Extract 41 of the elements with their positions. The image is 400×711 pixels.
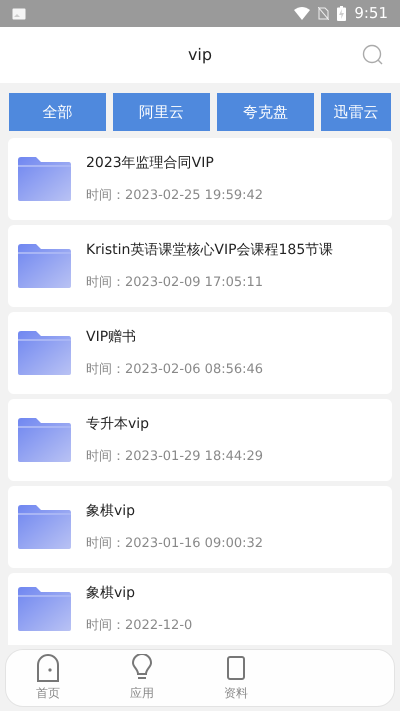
folder-time: 时间：2023-02-25 19:59:42 — [86, 186, 264, 205]
wifi-icon — [294, 7, 310, 20]
folder-icon — [16, 417, 72, 463]
folder-name: 2023年监理合同VIP — [86, 154, 215, 173]
search-icon[interactable] — [362, 44, 384, 66]
page-title: vip — [188, 44, 212, 66]
folder-time: 时间：2023-01-16 09:00:32 — [86, 534, 264, 553]
folder-name: 象棋vip — [86, 502, 136, 521]
folder-time: 时间：2022-12-0 — [86, 616, 192, 635]
no-sim-icon — [318, 7, 330, 20]
lightbulb-icon — [130, 654, 154, 682]
nav-item[interactable]: 首页 — [26, 654, 70, 702]
folder-time: 时间：2023-02-06 08:56:46 — [86, 360, 264, 379]
status-time: 9:51 — [354, 3, 388, 24]
folder-name: VIP赠书 — [86, 328, 138, 347]
folder-card[interactable]: VIP赠书 时间：2023-02-06 08:56:46 — [8, 312, 392, 394]
folder-time: 时间：2023-01-29 18:44:29 — [86, 448, 264, 466]
nav-item[interactable]: 应用 — [120, 654, 164, 702]
folder-time: 时间：2023-02-09 17:05:11 — [86, 274, 264, 292]
folder-icon — [16, 504, 72, 550]
folder-icon — [16, 330, 72, 376]
filter-tab[interactable]: 全部 — [9, 93, 106, 131]
folder-name: 象棋vip — [86, 584, 136, 603]
folder-card[interactable]: 2023年监理合同VIP 时间：2023-02-25 19:59:42 — [8, 138, 392, 220]
folder-card[interactable]: 象棋vip 时间：2022-12-0 — [8, 573, 392, 645]
filter-tab[interactable]: 迅雷云 — [321, 93, 391, 131]
folder-icon — [16, 156, 72, 202]
folder-card[interactable]: Kristin英语课堂核心VIP会课程185节课 时间：2023-02-09 17:05:11 — [8, 225, 392, 307]
folder-card[interactable]: 象棋vip 时间：2023-01-16 09:00:32 — [8, 486, 392, 568]
folder-name: 专升本vip — [86, 414, 150, 434]
folder-card[interactable]: 专升本vip 时间：2023-01-29 18:44:29 — [8, 399, 392, 481]
folder-name: Kristin英语课堂核心VIP会课程185节课 — [86, 240, 334, 260]
document-icon — [224, 654, 248, 682]
filter-tab[interactable]: 夸克盘 — [217, 93, 314, 131]
folder-icon — [16, 586, 72, 632]
image-icon — [12, 8, 26, 20]
door-icon — [36, 654, 60, 682]
filter-tab[interactable]: 阿里云 — [113, 93, 210, 131]
battery-charging-icon — [337, 6, 346, 21]
folder-icon — [16, 243, 72, 289]
nav-item[interactable]: 资料 — [214, 654, 258, 702]
